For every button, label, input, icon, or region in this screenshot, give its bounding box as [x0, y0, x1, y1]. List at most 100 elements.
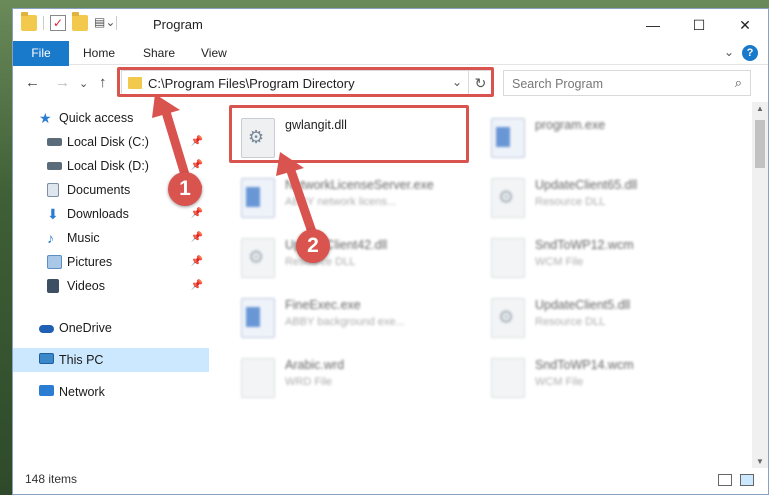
sidebar-item-network[interactable]: Network: [13, 380, 209, 404]
dll-file-icon: [491, 298, 525, 338]
music-icon: ♪: [47, 230, 54, 246]
toolbar-divider: [116, 16, 117, 30]
up-icon[interactable]: ↑: [99, 74, 107, 91]
computer-icon: [39, 353, 54, 364]
status-bar: 148 items: [13, 468, 768, 494]
file-name: FineExec.exe: [285, 298, 361, 312]
sidebar-item-music[interactable]: ♪ Music 📌: [13, 226, 209, 250]
sidebar-item-onedrive[interactable]: OneDrive: [13, 316, 209, 340]
back-icon[interactable]: ←: [25, 74, 40, 91]
file-item[interactable]: program.exe: [485, 112, 721, 164]
sidebar-item-this-pc[interactable]: This PC: [13, 348, 209, 372]
file-name: UpdateClient5.dll: [535, 298, 631, 312]
file-name: UpdateClient65.dll: [535, 178, 638, 192]
sidebar-item-label: Local Disk (D:): [67, 159, 149, 173]
onedrive-icon: [39, 325, 54, 333]
file-name: SndToWP14.wcm: [535, 358, 634, 372]
downloads-icon: ⬇: [47, 206, 59, 222]
sidebar-item-pictures[interactable]: Pictures 📌: [13, 250, 209, 274]
title-bar: ✓ ▤⌄ Program — ☐ ✕: [13, 9, 768, 41]
minimize-button[interactable]: —: [630, 9, 676, 41]
sidebar-item-videos[interactable]: Videos 📌: [13, 274, 209, 298]
pin-icon: 📌: [190, 136, 203, 147]
file-name: Arabic.wrd: [285, 358, 345, 372]
step1-badge: 1: [168, 172, 202, 206]
videos-icon: [47, 279, 59, 293]
recent-locations-icon[interactable]: ⌄: [79, 77, 88, 90]
drive-icon: [47, 138, 62, 146]
new-folder-icon[interactable]: [72, 12, 88, 31]
ribbon-tabs: File Home Share View ⌄ ?: [13, 41, 768, 93]
folder-icon: [21, 12, 37, 31]
sidebar-item-downloads[interactable]: ⬇ Downloads 📌: [13, 202, 209, 226]
network-icon: [39, 385, 54, 396]
documents-icon: [47, 183, 59, 197]
exe-file-icon: [491, 118, 525, 158]
file-name: NetworkLicenseServer.exe: [285, 178, 434, 192]
pin-icon: 📌: [190, 232, 203, 243]
file-item[interactable]: FineExec.exe ABBY background exe...: [235, 292, 471, 344]
tab-view[interactable]: View: [201, 41, 227, 65]
file-item[interactable]: SndToWP14.wcm WCM File: [485, 352, 721, 404]
sidebar-item-local-disk-c[interactable]: Local Disk (C:) 📌: [13, 130, 209, 154]
file-type: Resource DLL: [535, 196, 606, 208]
file-item[interactable]: UpdateClient65.dll Resource DLL: [485, 172, 721, 224]
sidebar-item-label: Pictures: [67, 255, 113, 269]
search-icon[interactable]: ⌕: [735, 75, 742, 91]
step2-badge: 2: [296, 229, 330, 263]
exe-file-icon: [241, 298, 275, 338]
pin-icon: 📌: [190, 280, 203, 291]
scroll-up-icon[interactable]: ▲: [752, 104, 768, 113]
file-type: WRD File: [285, 376, 333, 388]
file-item[interactable]: NetworkLicenseServer.exe ABBY network li…: [235, 172, 471, 224]
pin-icon: 📌: [190, 256, 203, 267]
navigation-pane: ★ Quick access Local Disk (C:) 📌 Local D…: [13, 102, 209, 468]
window-title: Program: [153, 17, 203, 32]
close-button[interactable]: ✕: [722, 9, 768, 41]
document-file-icon: [241, 358, 275, 398]
scrollbar-thumb[interactable]: [755, 120, 765, 168]
maximize-button[interactable]: ☐: [676, 9, 722, 41]
sidebar-item-label: Local Disk (C:): [67, 135, 149, 149]
window-controls: — ☐ ✕: [630, 9, 768, 41]
sidebar-item-label: Documents: [67, 183, 131, 197]
pictures-icon: [47, 255, 62, 269]
sidebar-item-label: Music: [67, 231, 100, 245]
item-count: 148 items: [25, 472, 78, 486]
details-view-icon[interactable]: [718, 474, 732, 486]
file-item[interactable]: SndToWP12.wcm WCM File: [485, 232, 721, 284]
toolbar-divider: [43, 16, 44, 30]
file-name: program.exe: [535, 118, 606, 132]
file-type: WCM File: [535, 376, 584, 388]
file-highlight: [229, 105, 469, 163]
file-item[interactable]: UpdateClient5.dll Resource DLL: [485, 292, 721, 344]
drive-icon: [47, 162, 62, 170]
sidebar-item-quick-access[interactable]: ★ Quick access: [13, 106, 209, 130]
sidebar-item-label: Downloads: [67, 207, 129, 221]
file-item[interactable]: UpdateClient42.dll Resource DLL: [235, 232, 471, 284]
search-input[interactable]: Search Program ⌕: [503, 70, 751, 96]
vertical-scrollbar[interactable]: ▲ ▼: [752, 102, 768, 468]
exe-file-icon: [241, 178, 275, 218]
file-type: WCM File: [535, 256, 584, 268]
sidebar-item-label: This PC: [59, 353, 104, 367]
file-item[interactable]: Arabic.wrd WRD File: [235, 352, 471, 404]
expand-ribbon-icon[interactable]: ⌄: [724, 45, 734, 59]
customize-toolbar-icon[interactable]: ▤⌄: [94, 15, 115, 31]
properties-icon[interactable]: ✓: [50, 15, 66, 31]
file-type: Resource DLL: [535, 316, 606, 328]
dll-file-icon: [491, 178, 525, 218]
file-type: ABBY network licens...: [285, 196, 397, 208]
help-icon[interactable]: ?: [742, 45, 758, 61]
tab-home[interactable]: Home: [83, 41, 115, 65]
scroll-down-icon[interactable]: ▼: [752, 457, 768, 466]
document-file-icon: [491, 238, 525, 278]
sidebar-item-label: Videos: [67, 279, 105, 293]
star-icon: ★: [39, 110, 52, 126]
sidebar-item-label: OneDrive: [59, 321, 112, 335]
sidebar-item-label: Network: [59, 385, 105, 399]
large-icons-view-icon[interactable]: [740, 474, 754, 486]
tab-share[interactable]: Share: [143, 41, 175, 65]
forward-icon[interactable]: →: [55, 74, 70, 91]
document-file-icon: [491, 358, 525, 398]
